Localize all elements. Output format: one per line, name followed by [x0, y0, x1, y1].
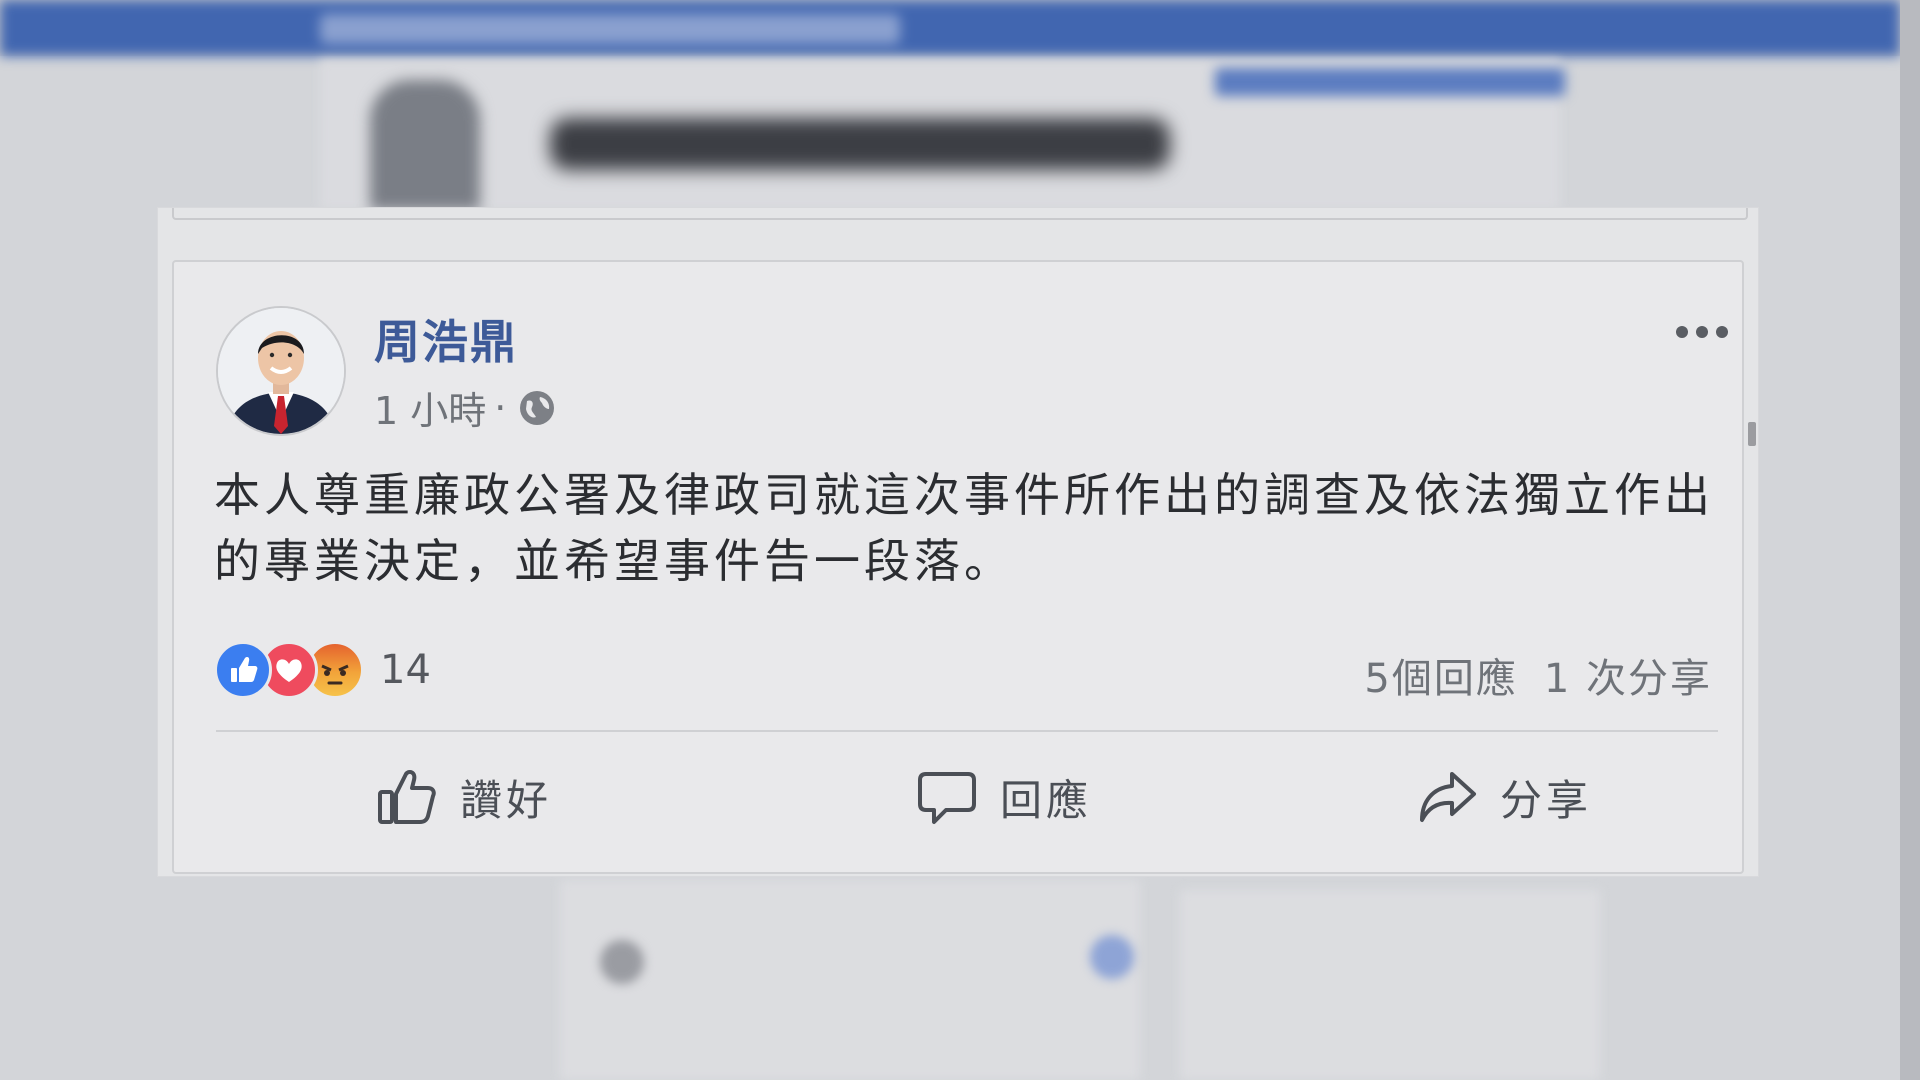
background-avatar-small — [600, 940, 644, 984]
like-button[interactable]: 讚好 — [376, 742, 552, 852]
background-edge — [1900, 0, 1920, 1080]
comment-button[interactable]: 回應 — [916, 742, 1092, 852]
background-lower-card-right — [1180, 890, 1600, 1080]
author-name[interactable]: 周浩鼎 — [374, 306, 518, 372]
meta-separator: · — [494, 385, 507, 430]
post-body-text: 本人尊重廉政公署及律政司就這次事件所作出的調查及依法獨立作出的專業決定，並希望事… — [214, 468, 1714, 588]
background-icon — [1090, 935, 1134, 979]
background-title — [550, 118, 1170, 170]
comment-count-link[interactable]: 5個回應 — [1364, 646, 1517, 704]
post-meta: 1 小時 · — [374, 380, 556, 435]
reaction-count: 14 — [380, 647, 431, 693]
share-button[interactable]: 分享 — [1416, 742, 1592, 852]
more-options-icon[interactable] — [1674, 322, 1730, 342]
engagement-stats: 5個回應 1 次分享 — [1364, 646, 1712, 704]
background-top-bar — [0, 0, 1900, 56]
background-avatar — [370, 80, 480, 210]
post-card: 周浩鼎 1 小時 · 本人尊重廉政公署及律政司就這次事件所作出的調查及依法獨立作… — [172, 260, 1744, 874]
share-arrow-icon — [1420, 772, 1476, 822]
share-button-label: 分享 — [1500, 775, 1593, 825]
like-button-label: 讚好 — [460, 775, 553, 825]
author-avatar[interactable] — [216, 306, 346, 436]
post-time[interactable]: 1 小時 — [374, 380, 486, 435]
reaction-summary[interactable]: 14 — [214, 641, 431, 699]
background-button — [1215, 68, 1565, 96]
background-lower-card — [560, 880, 1140, 1080]
previous-card-edge — [172, 208, 1748, 220]
post-actions-bar: 讚好 回應 分享 — [216, 742, 1718, 852]
comment-button-label: 回應 — [1000, 775, 1093, 825]
like-icon — [214, 641, 272, 699]
share-count-link[interactable]: 1 次分享 — [1544, 646, 1712, 704]
post-panel: 周浩鼎 1 小時 · 本人尊重廉政公署及律政司就這次事件所作出的調查及依法獨立作… — [158, 208, 1758, 876]
comment-bubble-icon — [918, 772, 976, 824]
background-search-bar — [320, 14, 900, 44]
actions-divider — [216, 730, 1718, 732]
thumbs-up-icon — [378, 770, 436, 824]
globe-icon[interactable] — [518, 389, 556, 427]
avatar-portrait-icon — [218, 308, 344, 434]
scrollbar-thumb[interactable] — [1748, 422, 1756, 446]
